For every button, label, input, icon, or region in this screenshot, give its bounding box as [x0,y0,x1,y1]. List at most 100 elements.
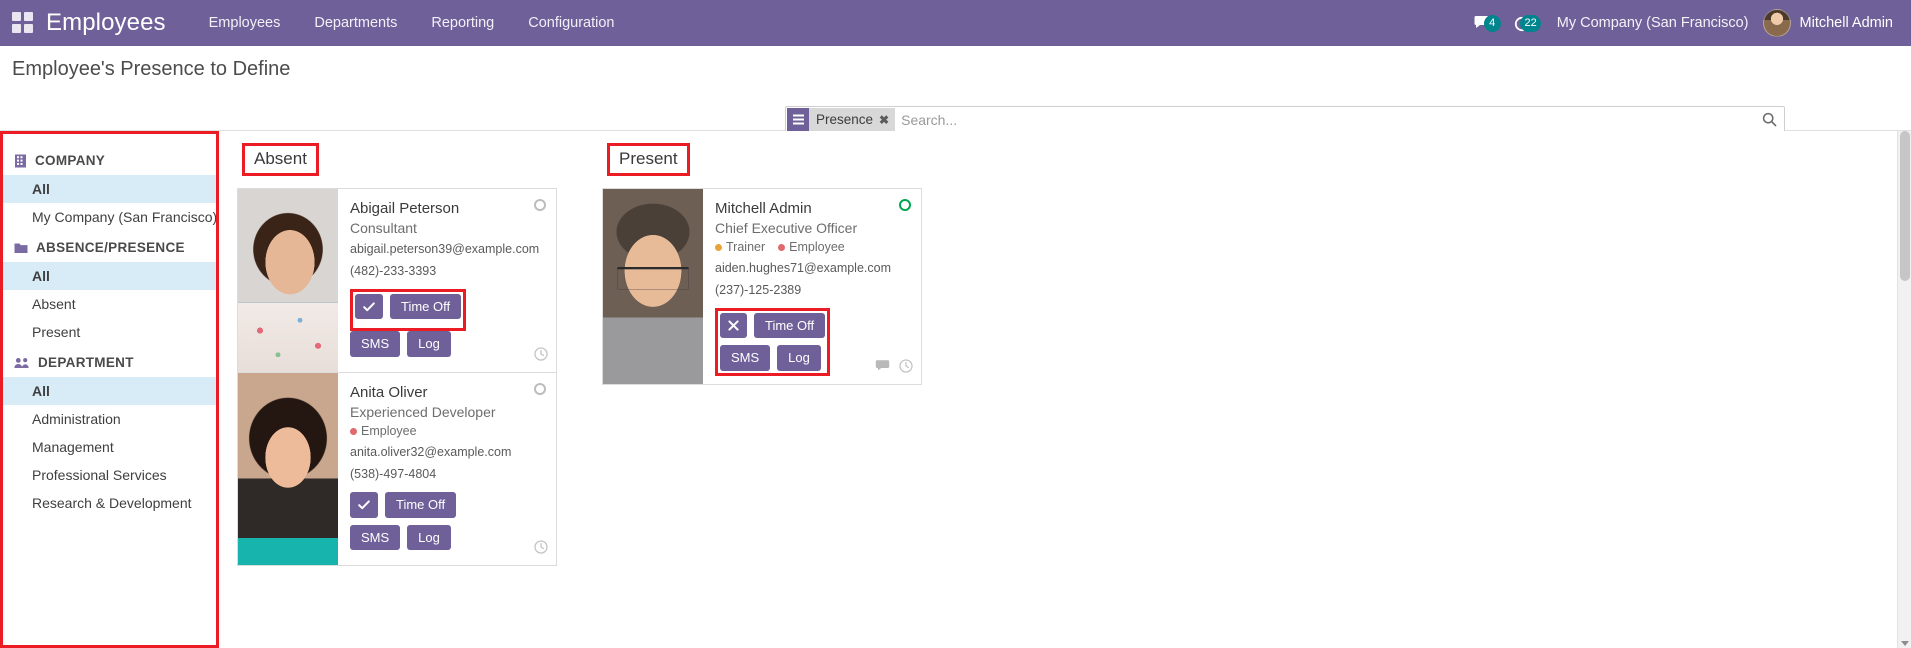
employee-photo [603,189,703,385]
employee-card-body: Anita Oliver Experienced Developer Emplo… [338,373,556,565]
check-icon-button[interactable] [355,293,383,320]
user-menu[interactable]: Mitchell Admin [1762,9,1901,37]
sidebar-section-department: DEPARTMENT [3,346,216,377]
page-body: COMPANY All My Company (San Francisco) A… [0,131,1911,648]
menu-item-departments[interactable]: Departments [297,7,414,39]
search-panel-sidebar: COMPANY All My Company (San Francisco) A… [0,131,219,648]
tag-dot-icon [778,243,786,251]
company-selector[interactable]: My Company (San Francisco) [1543,15,1763,31]
sms-button[interactable]: SMS [720,345,771,372]
log-button[interactable]: Log [407,524,451,551]
x-icon-button[interactable] [720,312,747,339]
employee-tag-label: Employee [361,424,417,439]
time-off-button[interactable]: Time Off [385,491,457,518]
check-icon-button[interactable] [350,491,378,518]
employee-email[interactable]: abigail.peterson39@example.com [350,239,546,260]
sidebar-section-absence-presence-label: ABSENCE/PRESENCE [36,240,185,255]
sidebar-item-company-my-company[interactable]: My Company (San Francisco) [3,203,216,231]
employee-card[interactable]: Anita Oliver Experienced Developer Emplo… [237,373,557,567]
employee-card[interactable]: Mitchell Admin Chief Executive Officer T… [602,188,922,386]
search-icon[interactable] [1755,107,1784,132]
sidebar-item-present[interactable]: Present [3,318,216,346]
scroll-down-arrow-icon[interactable] [1901,641,1909,646]
sidebar-item-administration[interactable]: Administration [3,405,216,433]
search-facet-label: Presence [816,112,874,127]
clock-icon[interactable] [534,540,548,559]
employee-job-title: Experienced Developer [350,403,496,420]
sms-log-row: SMS Log [350,524,546,551]
search-input[interactable] [896,107,1755,132]
messages-icon[interactable]: 4 [1463,13,1503,33]
tag-dot-icon [715,243,722,251]
employee-name: Anita Oliver [350,384,428,402]
sidebar-item-department-all[interactable]: All [3,377,216,405]
scrollbar-thumb[interactable] [1900,131,1910,281]
card-footer-icons [534,540,548,559]
employee-card-actions: Time Off SMS Log [350,491,546,551]
kanban-view: Absent Abigail Peterson Consultant abiga… [219,131,1911,648]
folder-icon [14,242,28,254]
sms-log-row: SMS Log [350,331,546,358]
employee-job-title: Consultant [350,219,417,236]
sidebar-section-company: COMPANY [3,144,216,175]
search-facet-presence[interactable]: Presence ✖ [787,108,896,131]
users-icon [14,357,30,369]
highlight-box-actions: Time Off SMS Log [715,307,831,377]
search-facet-label-wrap: Presence ✖ [809,108,896,131]
time-off-button[interactable]: Time Off [754,312,826,339]
presence-circle-icon [534,383,546,396]
close-icon[interactable]: ✖ [879,113,889,127]
time-off-button[interactable]: Time Off [390,293,462,320]
employee-card-actions: Time Off SMS Log [350,288,546,358]
card-footer-icons [534,347,548,366]
card-footer-icons [875,359,913,378]
sms-button[interactable]: SMS [350,524,401,551]
log-button[interactable]: Log [407,331,451,358]
employee-email[interactable]: anita.oliver32@example.com [350,442,546,463]
sms-button[interactable]: SMS [350,331,401,358]
control-panel: Employee's Presence to Define Presence ✖… [0,46,1911,175]
sidebar-item-research-development[interactable]: Research & Development [3,489,216,517]
avatar [1762,9,1791,37]
comment-icon[interactable] [875,359,890,378]
sidebar-item-management[interactable]: Management [3,433,216,461]
clock-icon[interactable] [534,347,548,366]
employee-phone[interactable]: (237)-125-2389 [715,280,911,301]
sidebar-item-company-all[interactable]: All [3,175,216,203]
menu-item-employees[interactable]: Employees [192,7,298,39]
check-icon [363,302,375,311]
kanban-column-absent: Absent Abigail Peterson Consultant abiga… [227,131,567,567]
kanban-column-title-present[interactable]: Present [607,143,690,176]
employee-email[interactable]: aiden.hughes71@example.com [715,258,911,279]
menu-item-configuration[interactable]: Configuration [511,7,631,39]
employee-photo [238,189,338,373]
navbar-systray: 4 22 My Company (San Francisco) Mitchell… [1463,0,1901,46]
employee-card[interactable]: Abigail Peterson Consultant abigail.pete… [237,188,557,374]
employee-tags: Employee [350,424,546,438]
employee-phone[interactable]: (538)-497-4804 [350,464,546,485]
sidebar-section-absence-presence: ABSENCE/PRESENCE [3,231,216,262]
activity-clock-icon[interactable]: 22 [1503,13,1543,33]
main-menu: Employees Departments Reporting Configur… [192,7,632,39]
employee-phone[interactable]: (482)-233-3393 [350,261,546,282]
kanban-column-title-absent[interactable]: Absent [242,143,319,176]
search-view: Presence ✖ [785,106,1785,133]
menu-item-reporting[interactable]: Reporting [414,7,511,39]
employee-tag-label: Trainer [726,240,766,255]
clock-icon[interactable] [899,359,913,378]
breadcrumb: Employee's Presence to Define [12,58,291,80]
employee-name: Mitchell Admin [715,200,812,217]
building-icon [14,154,27,168]
employee-photo [238,373,338,566]
employee-tag: Employee [350,424,417,438]
sidebar-item-absent[interactable]: Absent [3,290,216,318]
sidebar-item-absence-all[interactable]: All [3,262,216,290]
sidebar-item-professional-services[interactable]: Professional Services [3,461,216,489]
employee-card-body: Mitchell Admin Chief Executive Officer T… [703,189,921,384]
employee-tag: Trainer [715,240,765,254]
group-by-icon [787,108,809,131]
apps-grid-icon[interactable] [12,12,34,34]
log-button[interactable]: Log [777,345,821,372]
employee-tag: Employee [778,240,845,254]
vertical-scrollbar[interactable] [1897,131,1911,648]
